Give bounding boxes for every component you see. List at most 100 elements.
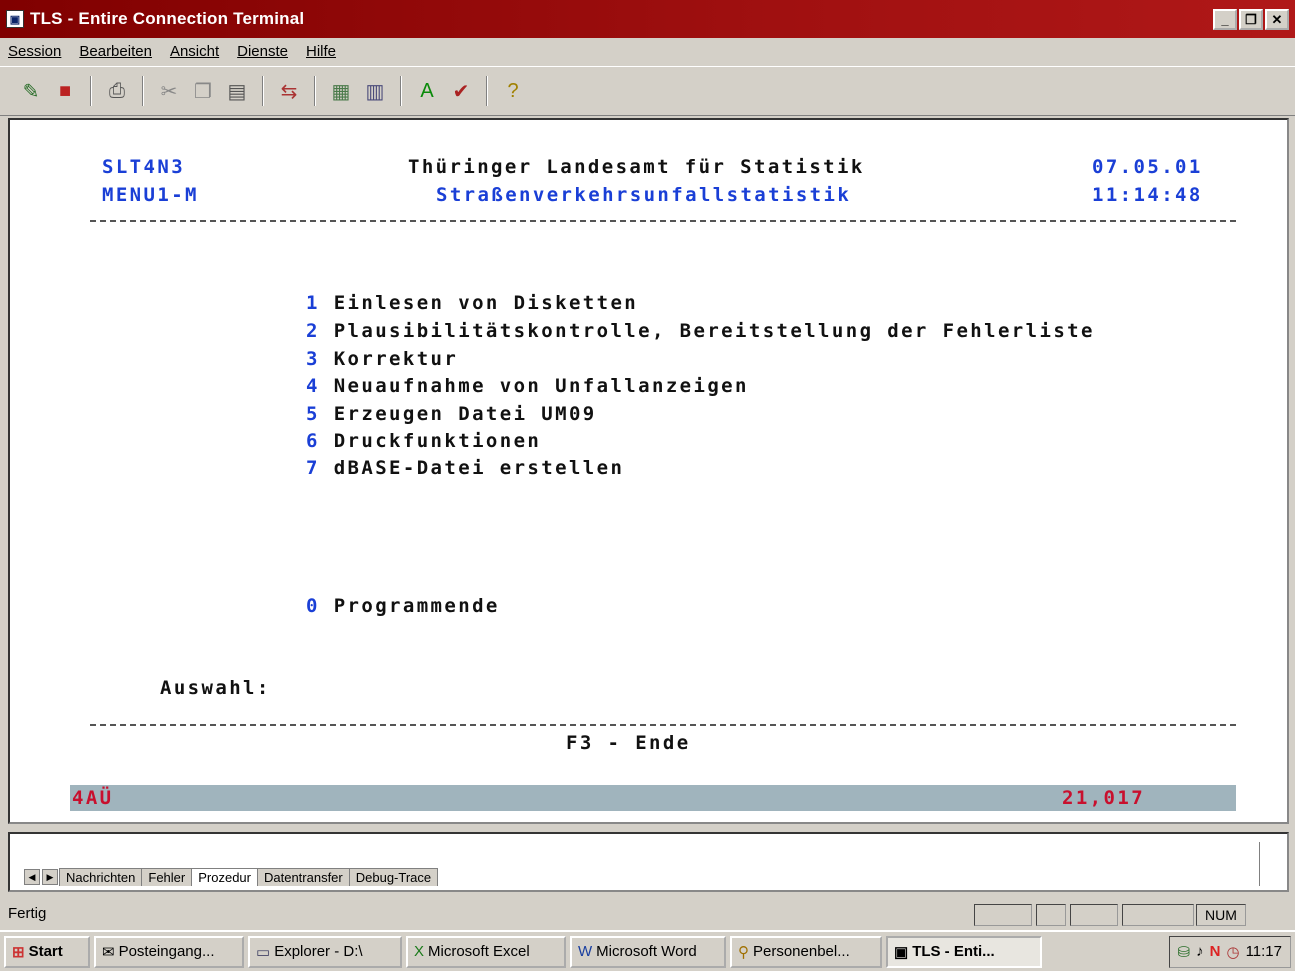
taskbar-item-label: Explorer - D:\	[274, 943, 363, 960]
minimize-button[interactable]: _	[1213, 8, 1237, 30]
taskbar: ⊞ Start ✉ Posteingang... ▭ Explorer - D:…	[0, 930, 1295, 971]
option-label: Erzeugen Datei UM09	[333, 403, 597, 425]
time-field: 11:14:48	[1092, 184, 1203, 206]
print-icon[interactable]: ⎙	[102, 76, 132, 106]
panel-tabs: ◀ ▶ Nachrichten Fehler Prozedur Datentra…	[24, 868, 439, 886]
cut-icon[interactable]: ✂	[154, 76, 184, 106]
system-tray: ⛁ ♪ N ◷ 11:17	[1168, 935, 1291, 968]
color-icon[interactable]: ✔	[446, 76, 476, 106]
selection-input[interactable]	[272, 677, 332, 701]
excel-icon: X	[414, 943, 425, 960]
toolbar-separator	[142, 76, 144, 106]
menu-dienste[interactable]: Dienste	[237, 43, 288, 60]
tab-scroll-right-icon[interactable]: ▶	[42, 869, 58, 885]
taskbar-item-excel[interactable]: X Microsoft Excel	[406, 935, 566, 968]
taskbar-item-word[interactable]: W Microsoft Word	[570, 935, 726, 968]
network-icon[interactable]: ⛁	[1178, 943, 1191, 961]
window-title: TLS - Entire Connection Terminal	[30, 9, 305, 28]
disconnect-icon[interactable]: ■	[50, 76, 80, 106]
toolbar: ✎ ■ ⎙ ✂ ❐ ▤ ⇆ ▦ ▥ A ✔ ?	[0, 66, 1295, 116]
close-button[interactable]: ✕	[1265, 8, 1289, 30]
menu-option[interactable]: 1 Einlesen von Disketten	[306, 292, 638, 314]
menu-option[interactable]: 6 Druckfunktionen	[306, 430, 541, 452]
taskbar-item-label: Microsoft Word	[596, 943, 697, 960]
option-label: Programmende	[333, 595, 500, 617]
option-label: Neuaufnahme von Unfallanzeigen	[333, 375, 749, 397]
cursor-position: 21,017	[1062, 787, 1146, 809]
status-cell	[1122, 904, 1194, 926]
copy-icon[interactable]: ❐	[188, 76, 218, 106]
app-icon: ▣	[6, 10, 24, 28]
num-lock-indicator: NUM	[1196, 904, 1246, 926]
menu-id: MENU1-M	[102, 184, 199, 206]
toolbar-separator	[314, 76, 316, 106]
option-label: Druckfunktionen	[333, 430, 542, 452]
download-icon[interactable]: ▥	[360, 76, 390, 106]
menu-option[interactable]: 3 Korrektur	[306, 348, 458, 370]
scheduler-icon[interactable]: ◷	[1226, 943, 1239, 961]
help-icon[interactable]: ?	[498, 76, 528, 106]
title-bar: ▣ TLS - Entire Connection Terminal _ ❐ ✕	[0, 0, 1295, 38]
option-key: 7	[306, 457, 320, 479]
status-text: Fertig	[8, 904, 47, 922]
tab-debug-trace[interactable]: Debug-Trace	[348, 868, 439, 886]
option-label: Plausibilitätskontrolle, Bereitstellung …	[333, 320, 1095, 342]
connect-icon[interactable]: ✎	[16, 76, 46, 106]
tab-prozedur[interactable]: Prozedur	[191, 868, 258, 886]
menu-ansicht[interactable]: Ansicht	[170, 43, 219, 60]
font-icon[interactable]: A	[412, 76, 442, 106]
search-icon: ⚲	[738, 943, 749, 961]
upload-icon[interactable]: ▦	[326, 76, 356, 106]
start-label: Start	[28, 943, 63, 960]
taskbar-item-personenbel[interactable]: ⚲ Personenbel...	[730, 935, 882, 968]
windows-logo-icon: ⊞	[12, 943, 25, 961]
menu-option[interactable]: 7 dBASE-Datei erstellen	[306, 457, 624, 479]
option-key: 6	[306, 430, 320, 452]
tab-scroll-left-icon[interactable]: ◀	[24, 869, 40, 885]
option-key: 0	[306, 595, 320, 617]
menu-session[interactable]: Session	[8, 43, 61, 60]
tab-datentransfer[interactable]: Datentransfer	[256, 868, 350, 886]
taskbar-item-label: TLS - Enti...	[912, 943, 995, 960]
paste-icon[interactable]: ▤	[222, 76, 252, 106]
speaker-icon[interactable]: ♪	[1196, 943, 1204, 960]
status-cell	[1036, 904, 1066, 926]
status-cell	[974, 904, 1032, 926]
explorer-icon: ▭	[256, 943, 271, 961]
menu-option[interactable]: 4 Neuaufnahme von Unfallanzeigen	[306, 375, 749, 397]
menu-option-exit[interactable]: 0 Programmende	[306, 595, 500, 617]
menu-option[interactable]: 5 Erzeugen Datei UM09	[306, 403, 597, 425]
taskbar-item-tls[interactable]: ▣ TLS - Enti...	[886, 935, 1042, 968]
menu-bearbeiten[interactable]: Bearbeiten	[79, 43, 152, 60]
toolbar-separator	[486, 76, 488, 106]
taskbar-item-label: Posteingang...	[118, 943, 215, 960]
status-cell	[1070, 904, 1118, 926]
organization-title: Thüringer Landesamt für Statistik	[408, 156, 865, 178]
tab-nachrichten[interactable]: Nachrichten	[59, 868, 143, 886]
antivirus-icon[interactable]: N	[1210, 943, 1221, 960]
footer-divider	[90, 724, 1236, 726]
menu-option[interactable]: 2 Plausibilitätskontrolle, Bereitstellun…	[306, 320, 1095, 342]
start-button[interactable]: ⊞ Start	[4, 935, 90, 968]
tab-fehler[interactable]: Fehler	[141, 868, 193, 886]
selection-prompt: Auswahl:	[160, 677, 271, 699]
toolbar-separator	[90, 76, 92, 106]
toolbar-separator	[262, 76, 264, 106]
option-key: 2	[306, 320, 320, 342]
screen-subtitle: Straßenverkehrsunfallstatistik	[436, 184, 852, 206]
option-key: 3	[306, 348, 320, 370]
terminal-screen[interactable]: SLT4N3 MENU1-M Thüringer Landesamt für S…	[8, 118, 1289, 824]
menu-bar: Session Bearbeiten Ansicht Dienste Hilfe	[0, 38, 1295, 64]
taskbar-item-label: Personenbel...	[753, 943, 850, 960]
taskbar-item-explorer[interactable]: ▭ Explorer - D:\	[248, 935, 402, 968]
word-icon: W	[578, 943, 593, 960]
taskbar-item-label: Microsoft Excel	[428, 943, 530, 960]
clock: 11:17	[1245, 943, 1282, 960]
taskbar-item-posteingang[interactable]: ✉ Posteingang...	[94, 935, 244, 968]
option-key: 1	[306, 292, 320, 314]
transfer-icon[interactable]: ⇆	[274, 76, 304, 106]
toolbar-separator	[400, 76, 402, 106]
menu-hilfe[interactable]: Hilfe	[306, 43, 336, 60]
maximize-button[interactable]: ❐	[1239, 8, 1263, 30]
panel-scrollbar[interactable]	[1259, 842, 1277, 886]
